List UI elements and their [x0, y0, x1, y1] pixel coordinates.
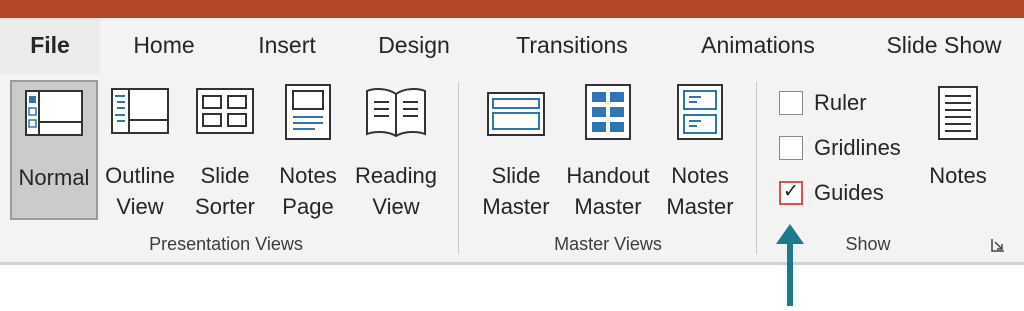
group-label-master-views: Master Views	[554, 234, 662, 254]
handout-master-label: Handout Master	[566, 163, 650, 219]
slide-sorter-icon	[196, 88, 254, 139]
guides-checkbox[interactable]: ✓ Guides	[778, 179, 928, 209]
title-bar	[0, 0, 1024, 18]
dialog-launcher-icon[interactable]	[990, 237, 1006, 258]
slide-sorter-label: Slide Sorter	[195, 163, 255, 219]
notes-page-icon	[285, 84, 331, 145]
group-label-presentation-views: Presentation Views	[149, 234, 303, 254]
gridlines-label: Gridlines	[814, 135, 901, 160]
slide-master-button[interactable]: Slide Master	[476, 80, 556, 220]
notes-button[interactable]: Notes	[920, 80, 996, 220]
tab-insert[interactable]: Insert	[240, 18, 334, 74]
normal-view-icon	[25, 90, 83, 141]
view-ribbon: Normal Outline View Slide Sorter Notes Page…	[0, 74, 1024, 265]
gridlines-checkbox[interactable]: Gridlines	[778, 134, 928, 164]
reading-view-icon	[364, 86, 428, 143]
checkmark-icon: ✓	[783, 181, 799, 202]
notes-master-label: Notes Master	[666, 163, 734, 219]
normal-view-button[interactable]: Normal	[10, 80, 98, 220]
ruler-checkbox[interactable]: Ruler	[778, 89, 928, 119]
arrow-pointer-icon	[770, 222, 810, 311]
group-divider	[756, 82, 757, 254]
slide-master-icon	[487, 92, 545, 141]
notes-page-button[interactable]: Notes Page	[270, 80, 346, 220]
tab-transitions[interactable]: Transitions	[498, 18, 646, 74]
slide-sorter-button[interactable]: Slide Sorter	[184, 80, 266, 220]
ruler-checkbox-box[interactable]	[779, 91, 803, 115]
outline-view-icon	[111, 88, 169, 139]
tab-design[interactable]: Design	[364, 18, 464, 74]
slide-master-label: Slide Master	[482, 163, 550, 219]
guides-label: Guides	[814, 180, 884, 205]
tab-file[interactable]: File	[0, 18, 100, 74]
notes-icon	[938, 86, 978, 145]
reading-view-label: Reading View	[355, 163, 437, 219]
handout-master-button[interactable]: Handout Master	[560, 80, 656, 220]
notes-master-button[interactable]: Notes Master	[660, 80, 740, 220]
outline-view-label: Outline View	[105, 163, 175, 219]
notes-page-label: Notes Page	[279, 163, 337, 219]
normal-view-label: Normal	[18, 165, 90, 190]
notes-label: Notes	[929, 163, 987, 188]
reading-view-button[interactable]: Reading View	[350, 80, 442, 220]
tab-home[interactable]: Home	[118, 18, 210, 74]
tab-slide-show[interactable]: Slide Show	[868, 18, 1020, 74]
notes-master-icon	[677, 84, 723, 145]
handout-master-icon	[585, 84, 631, 145]
ruler-label: Ruler	[814, 90, 867, 115]
gridlines-checkbox-box[interactable]	[779, 136, 803, 160]
ribbon-tab-bar: File Home Insert Design Transitions Anim…	[0, 18, 1024, 74]
group-divider	[458, 82, 459, 254]
tab-animations[interactable]: Animations	[682, 18, 834, 74]
guides-checkbox-box[interactable]: ✓	[779, 181, 803, 205]
outline-view-button[interactable]: Outline View	[100, 80, 180, 220]
